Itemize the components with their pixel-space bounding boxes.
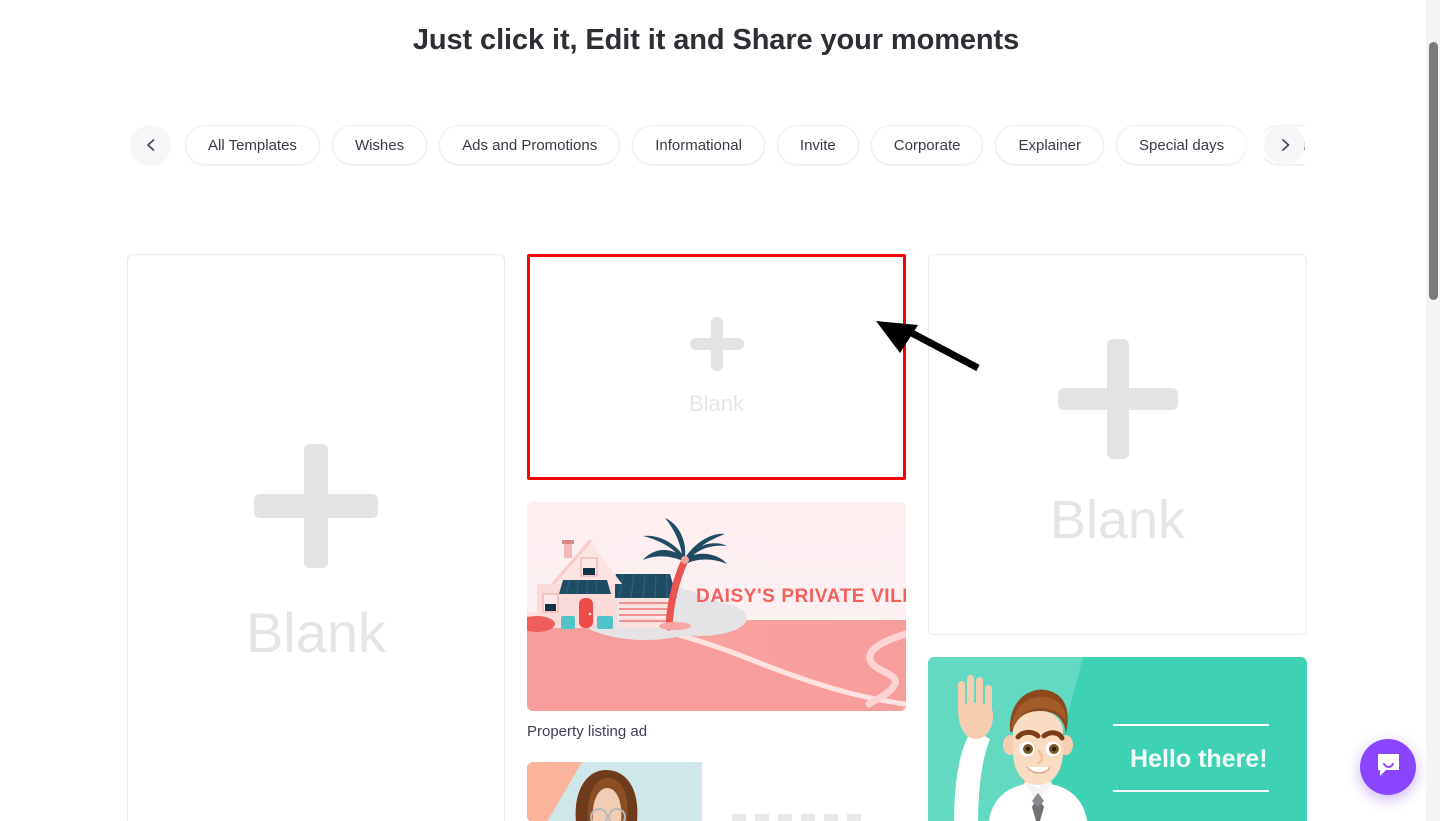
category-prev-button[interactable]: [130, 124, 171, 166]
template-thumbnail-hello-there: Hello there!: [928, 657, 1307, 821]
blank-template-card-left[interactable]: Blank: [127, 254, 505, 821]
chevron-left-icon: [144, 138, 158, 152]
vertical-scrollbar-thumb[interactable]: [1429, 42, 1438, 300]
category-pill-all-templates[interactable]: All Templates: [185, 125, 320, 165]
templates-page: Just click it, Edit it and Share your mo…: [0, 0, 1440, 821]
chat-launcher-button[interactable]: [1360, 739, 1416, 795]
category-pill-ads-and-promotions[interactable]: Ads and Promotions: [439, 125, 621, 165]
template-column-2: Blank DAISY'S PRIVATE VILLA Property lis…: [527, 254, 906, 821]
page-title: Just click it, Edit it and Share your mo…: [412, 24, 1020, 56]
category-pill-corporate[interactable]: Corporate: [870, 125, 984, 165]
template-column-1: Blank: [127, 254, 505, 821]
blank-template-card-right[interactable]: Blank: [928, 254, 1307, 635]
template-card-partial-bottom[interactable]: [527, 762, 906, 821]
category-pill-wishes[interactable]: Wishes: [331, 125, 428, 165]
blank-card-label: Blank: [245, 600, 387, 664]
plus-icon: [689, 317, 744, 371]
category-pill-scroller[interactable]: All Templates Wishes Ads and Promotions …: [183, 123, 1305, 167]
chevron-right-icon: [1278, 138, 1292, 152]
chat-bubble-icon: [1375, 751, 1402, 783]
category-next-button[interactable]: [1264, 124, 1305, 165]
category-pill-explainer[interactable]: Explainer: [995, 125, 1105, 165]
blank-card-label: Blank: [688, 391, 745, 416]
category-pill-invite[interactable]: Invite: [776, 125, 859, 165]
template-column-3: Blank Hello there!: [928, 254, 1307, 821]
thumbnail-hello-text: Hello there!: [1130, 745, 1268, 773]
thumbnail-headline-text: DAISY'S PRIVATE VILLA: [696, 586, 906, 607]
template-thumbnail-villa: DAISY'S PRIVATE VILLA: [527, 502, 906, 711]
category-pill-special-days[interactable]: Special days: [1116, 125, 1248, 165]
blank-template-card-selected[interactable]: Blank: [527, 254, 906, 480]
plus-icon: [1057, 338, 1178, 459]
blank-card-label: Blank: [1049, 489, 1186, 550]
template-card-hello-there[interactable]: Hello there!: [928, 657, 1307, 821]
template-card-caption: Property listing ad: [527, 723, 648, 740]
category-pill-informational[interactable]: Informational: [632, 125, 765, 165]
plus-icon: [254, 443, 378, 568]
category-filter-bar: All Templates Wishes Ads and Promotions …: [130, 123, 1305, 167]
template-thumbnail-partial: [527, 762, 906, 821]
vertical-scrollbar-track[interactable]: [1426, 0, 1440, 821]
template-grid: Blank Blank DAISY'S PRIVATE VILLA Proper…: [127, 254, 1307, 821]
template-card-property-listing-ad[interactable]: DAISY'S PRIVATE VILLA Property listing a…: [527, 502, 906, 740]
